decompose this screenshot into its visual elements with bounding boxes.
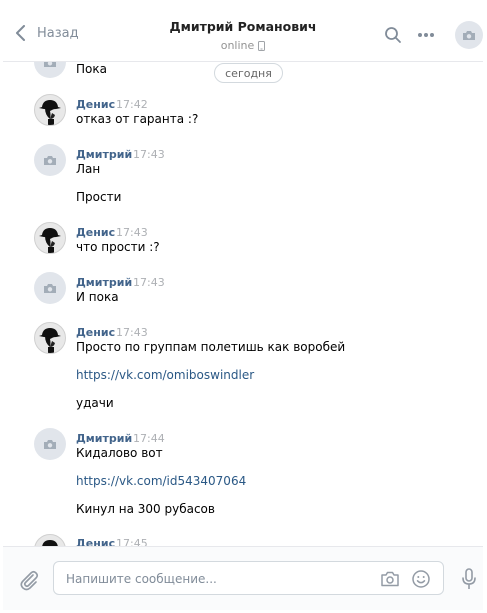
emoji-button[interactable] [411,569,431,589]
message-time: 17:43 [116,326,148,339]
message-text: Просто по группам полетишь как воробей [76,340,346,354]
camera-icon [381,571,399,587]
message-list[interactable]: Пока сегодня Денис 17:42 отказ от гарант… [3,61,483,546]
chat-header: Назад Дмитрий Романович online [3,3,483,62]
message-author[interactable]: Денис [76,98,115,111]
date-separator: сегодня [214,63,283,83]
message-time: 17:45 [116,537,148,546]
avatar[interactable] [34,222,66,254]
avatar[interactable] [34,94,66,126]
more-button[interactable] [416,25,436,45]
avatar[interactable] [34,144,66,176]
message-time: 17:43 [116,226,148,239]
back-label: Назад [37,25,79,41]
message-author[interactable]: Денис [76,226,115,239]
message-text: Лан [76,162,101,176]
smiley-icon [412,570,430,588]
hat-avatar-icon [42,540,58,546]
camera-icon [463,30,475,40]
search-icon [385,27,401,43]
avatar[interactable] [34,61,66,78]
chevron-left-icon [16,25,25,41]
header-avatar[interactable] [455,21,483,49]
message-text: Прости [76,190,122,204]
message-input-wrapper [53,561,444,595]
avatar[interactable] [34,428,66,460]
message-author[interactable]: Денис [76,326,115,339]
microphone-icon [462,568,476,589]
message-text: удачи [76,396,114,410]
message-author[interactable]: Дмитрий [76,276,132,289]
camera-icon [44,155,56,165]
attach-photo-button[interactable] [380,569,400,589]
paperclip-icon [20,570,39,591]
hat-avatar-icon [39,328,61,353]
voice-message-button[interactable] [461,568,477,590]
hat-avatar-icon [39,100,61,125]
message-author[interactable]: Денис [76,537,115,546]
more-dots-icon [418,33,434,37]
message-composer [3,546,483,610]
message-time: 17:43 [133,276,165,289]
message-text: Кинул на 300 рубасов [76,502,215,516]
camera-icon [44,283,56,293]
attach-button[interactable] [18,569,40,591]
message-text: отказ от гаранта :? [76,112,199,126]
status-text: online [220,39,255,52]
avatar[interactable] [34,322,66,354]
search-button[interactable] [383,25,403,45]
message-link[interactable]: https://vk.com/omiboswindler [76,368,254,382]
hat-avatar-icon [39,228,61,253]
message-text: что прости :? [76,240,160,254]
message-input[interactable] [64,568,368,590]
message-text: Пока [76,62,107,76]
back-button[interactable]: Назад [15,23,79,43]
avatar[interactable] [34,534,66,546]
message-text: И пока [76,290,119,304]
message-author[interactable]: Дмитрий [76,432,132,445]
avatar[interactable] [34,272,66,304]
message-link[interactable]: https://vk.com/id543407064 [76,474,246,488]
message-author[interactable]: Дмитрий [76,148,132,161]
mobile-phone-icon [258,40,266,51]
message-time: 17:44 [133,432,165,445]
message-time: 17:43 [133,148,165,161]
message-time: 17:42 [116,98,148,111]
chat-window: Назад Дмитрий Романович online Пока сего… [3,3,483,610]
online-status: online [221,39,266,52]
message-text: Кидалово вот [76,446,163,460]
camera-icon [44,439,56,449]
